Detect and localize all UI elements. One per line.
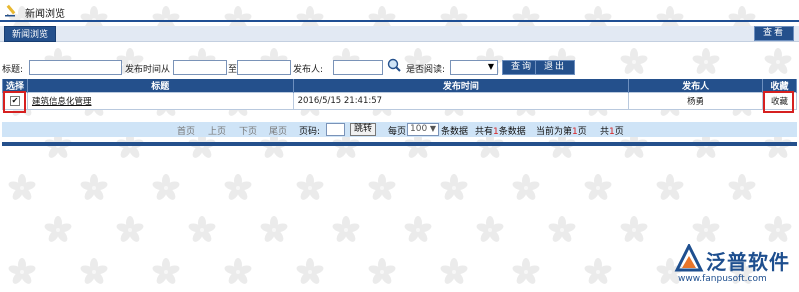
next-page-link[interactable]: 下页 bbox=[239, 124, 257, 137]
person-search-icon[interactable] bbox=[387, 58, 401, 72]
last-page-link[interactable]: 尾页 bbox=[269, 124, 287, 137]
publisher-input[interactable] bbox=[333, 60, 383, 75]
title-input[interactable] bbox=[29, 60, 122, 75]
publish-time-to-input[interactable] bbox=[237, 60, 291, 75]
view-button[interactable]: 查看 bbox=[753, 26, 794, 41]
to-label: 至 bbox=[228, 65, 238, 75]
footer-divider bbox=[2, 142, 797, 146]
exit-button[interactable]: 退出 bbox=[535, 60, 576, 75]
read-status-select[interactable]: ▼ bbox=[450, 60, 498, 75]
publish-time-from-input[interactable] bbox=[173, 60, 227, 75]
page-size-select[interactable]: 100 ▼ bbox=[407, 123, 439, 136]
page-number-input[interactable] bbox=[326, 123, 345, 136]
read-status-label: 是否阅读: bbox=[406, 65, 446, 75]
highlight-favorite-annotation bbox=[763, 91, 794, 113]
row-title-cell: 建筑信息化管理 bbox=[26, 92, 294, 110]
current-page-text: 当前为第1页 bbox=[536, 127, 587, 137]
table-header-row: 选择 标题 发布时间 发布人 收藏 bbox=[2, 79, 797, 93]
column-header-publish-time[interactable]: 发布时间 bbox=[292, 79, 630, 93]
first-page-link[interactable]: 首页 bbox=[177, 124, 195, 137]
row-publish-time-cell: 2016/5/15 21:41:57 bbox=[292, 92, 630, 110]
news-title-link[interactable]: 建筑信息化管理 bbox=[32, 97, 92, 107]
highlight-checkbox-annotation bbox=[3, 91, 26, 113]
total-pages-text: 共1页 bbox=[600, 127, 624, 137]
window-title-bar: 新闻浏览 bbox=[0, 0, 799, 20]
per-page-suffix: 条数据 bbox=[441, 127, 469, 137]
column-header-title[interactable]: 标题 bbox=[26, 79, 294, 93]
publish-time-from-label: 发布时间从 bbox=[125, 65, 171, 75]
column-header-publisher[interactable]: 发布人 bbox=[628, 79, 763, 93]
news-table: 选择 标题 发布时间 发布人 收藏 ✔ 建筑信息化管理 2016/5/15 21… bbox=[2, 79, 797, 110]
header-divider bbox=[0, 20, 799, 22]
row-publisher-cell: 杨勇 bbox=[628, 92, 763, 110]
per-page-label: 每页 bbox=[388, 127, 407, 137]
search-bar: 标题: 发布时间从 至 发布人: 是否阅读: ▼ 查询 退出 bbox=[0, 58, 799, 76]
page-title: 新闻浏览 bbox=[25, 9, 65, 20]
brand-logo: 泛普软件 www.fanpusoft.com bbox=[668, 244, 798, 290]
publisher-label: 发布人: bbox=[293, 65, 324, 75]
pagination-bar: 首页 上页 下页 尾页 页码: 跳转 每页 100 ▼ 条数据 共有1条数据 当… bbox=[2, 122, 797, 137]
prev-page-link[interactable]: 上页 bbox=[208, 124, 226, 137]
title-label: 标题: bbox=[2, 65, 24, 75]
total-records-text: 共有1条数据 bbox=[475, 127, 526, 137]
logo-brand-text: 泛普软件 bbox=[706, 250, 790, 274]
jump-button[interactable]: 跳转 bbox=[350, 123, 377, 136]
page-number-label: 页码: bbox=[299, 127, 321, 137]
chevron-down-icon: ▼ bbox=[487, 62, 494, 71]
chevron-down-icon: ▼ bbox=[429, 124, 436, 133]
tab-bar: 新闻浏览 查看 bbox=[0, 26, 799, 42]
pencil-icon bbox=[5, 4, 16, 17]
logo-url-text: www.fanpusoft.com bbox=[678, 274, 767, 284]
table-row: ✔ 建筑信息化管理 2016/5/15 21:41:57 杨勇 收藏 bbox=[2, 92, 797, 110]
tab-news-browse[interactable]: 新闻浏览 bbox=[4, 26, 57, 42]
page-size-value: 100 bbox=[410, 124, 428, 134]
logo-mark-icon bbox=[674, 244, 704, 272]
